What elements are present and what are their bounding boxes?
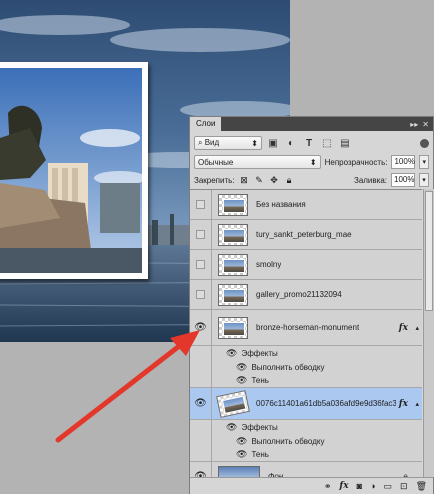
pixel-filter-icon[interactable]: ▣ — [266, 136, 280, 150]
visibility-toggle[interactable]: 👁︎ — [190, 309, 212, 346]
layer-name: smolny — [256, 260, 282, 269]
effect-label: Выполнить обводку — [251, 436, 325, 446]
effects-label: Эффекты — [241, 348, 278, 358]
chevron-updown-icon: ⬍ — [251, 138, 258, 148]
kind-filter-value: Вид — [204, 138, 220, 147]
trash-icon[interactable]: 🗑︎ — [416, 481, 427, 492]
lock-row: Закрепить: ⊠ ✎ ✥ 🔒︎ Заливка: 100% ▾ — [190, 171, 433, 189]
eye-icon[interactable]: 👁︎ — [226, 422, 237, 433]
lock-transparency-icon[interactable]: ⊠ — [239, 175, 250, 186]
layer-row[interactable]: tury_sankt_peterburg_mae — [190, 219, 422, 250]
collapse-icon[interactable]: ▸▸ — [410, 120, 418, 129]
effect-label: Выполнить обводку — [251, 362, 325, 372]
layer-row[interactable]: Без названия — [190, 189, 422, 220]
visibility-toggle[interactable]: 👁︎ — [190, 387, 212, 420]
visibility-toggle[interactable] — [190, 249, 212, 280]
opacity-dropdown[interactable]: ▾ — [419, 155, 429, 169]
close-icon[interactable]: ✕ — [422, 120, 429, 129]
layer-thumbnail — [218, 193, 248, 216]
panel-footer: ⚭ fx ◙ ◑ ▭ ⊡ 🗑︎ — [190, 477, 433, 494]
eye-icon[interactable]: 👁︎ — [236, 362, 247, 373]
lock-position-icon[interactable]: ✥ — [269, 175, 280, 186]
layer-list-scrollbar[interactable] — [423, 189, 434, 477]
opacity-input[interactable]: 100% — [391, 155, 416, 169]
layer-thumbnail — [218, 283, 248, 306]
eye-icon: 👁︎ — [194, 322, 207, 333]
smart-object-filter-icon[interactable]: ▤ — [338, 136, 352, 150]
lock-label: Закрепить: — [194, 175, 235, 185]
filter-toggle-icon[interactable] — [420, 138, 429, 148]
tab-layers[interactable]: Слои — [190, 117, 222, 131]
layer-thumbnail — [218, 316, 248, 339]
layer-list: Без названия tury_sankt_peterburg_mae sm… — [190, 189, 422, 492]
effect-label: Тень — [251, 450, 269, 459]
shape-filter-icon[interactable]: ⬚ — [320, 136, 334, 150]
effects-label: Эффекты — [241, 422, 278, 432]
effects-row[interactable]: 👁︎ Эффекты — [190, 346, 422, 360]
effect-row[interactable]: 👁︎ Тень — [190, 447, 422, 462]
layer-row-selected[interactable]: 👁︎ 0076c11401a61db5a036afd9e9d36fac3b...… — [190, 387, 422, 420]
layer-thumbnail — [218, 223, 248, 246]
lock-all-icon[interactable]: 🔒︎ — [284, 175, 295, 186]
blend-mode-select[interactable]: Обычные ⬍ — [194, 155, 321, 169]
effect-label: Тень — [251, 376, 269, 385]
fx-icon[interactable]: fx — [399, 323, 408, 333]
chevron-updown-icon: ⬍ — [309, 157, 317, 167]
eye-icon: 👁︎ — [194, 398, 207, 409]
layer-name: gallery_promo21132094 — [256, 290, 342, 299]
eye-icon[interactable]: 👁︎ — [236, 449, 247, 460]
expand-effects-icon[interactable]: ▴ — [415, 400, 419, 408]
layer-name: bronze-horseman-monument — [256, 323, 360, 332]
fill-input[interactable]: 100% — [391, 173, 415, 187]
expand-effects-icon[interactable]: ▴ — [415, 324, 419, 332]
layer-name: tury_sankt_peterburg_mae — [256, 230, 352, 239]
kind-filter-select[interactable]: ⌕ Вид ⬍ — [194, 136, 262, 150]
visibility-toggle[interactable] — [190, 189, 212, 220]
adjustment-icon[interactable]: ◑ — [370, 481, 375, 491]
layers-panel: Слои ▸▸ ✕ ⌕ Вид ⬍ ▣ ◐ T ⬚ ▤ Обычные ⬍ Не… — [189, 116, 434, 494]
filter-row: ⌕ Вид ⬍ ▣ ◐ T ⬚ ▤ — [190, 133, 433, 153]
effect-row[interactable]: 👁︎ Тень — [190, 373, 422, 388]
monument-photo-frame — [0, 62, 148, 279]
effect-row[interactable]: 👁︎ Выполнить обводку — [190, 360, 422, 374]
layer-row[interactable]: 👁︎ bronze-horseman-monument fx ▴ — [190, 309, 422, 346]
mask-icon[interactable]: ◙ — [357, 481, 362, 491]
blend-mode-value: Обычные — [198, 157, 234, 167]
layer-row[interactable]: smolny — [190, 249, 422, 280]
search-icon: ⌕ — [198, 138, 203, 147]
fx-icon[interactable]: fx — [399, 399, 408, 409]
folder-icon[interactable]: ▭ — [384, 481, 393, 492]
eye-icon[interactable]: 👁︎ — [226, 348, 237, 359]
eye-icon[interactable]: 👁︎ — [236, 375, 247, 386]
new-layer-icon[interactable]: ⊡ — [400, 481, 408, 492]
lock-brush-icon[interactable]: ✎ — [254, 175, 265, 186]
layer-name: Без названия — [256, 200, 306, 209]
monument-photo — [0, 68, 142, 273]
fill-label: Заливка: — [353, 175, 387, 185]
eye-icon[interactable]: 👁︎ — [236, 436, 247, 447]
visibility-toggle[interactable] — [190, 219, 212, 250]
text-filter-icon[interactable]: T — [302, 136, 316, 150]
fx-icon[interactable]: fx — [339, 481, 348, 491]
scrollbar-thumb[interactable] — [425, 191, 433, 311]
adjustment-filter-icon[interactable]: ◐ — [284, 136, 298, 150]
visibility-toggle[interactable] — [190, 279, 212, 310]
fill-dropdown[interactable]: ▾ — [419, 173, 429, 187]
layer-name: 0076c11401a61db5a036afd9e9d36fac3b... — [256, 399, 396, 408]
effects-row[interactable]: 👁︎ Эффекты — [190, 420, 422, 434]
link-icon[interactable]: ⚭ — [324, 481, 332, 492]
layer-thumbnail — [218, 253, 248, 276]
opacity-label: Непрозрачность: — [324, 157, 388, 167]
layer-thumbnail — [216, 389, 250, 418]
layer-row[interactable]: gallery_promo21132094 — [190, 279, 422, 310]
panel-tab-bar: Слои ▸▸ ✕ — [190, 117, 433, 131]
blend-row: Обычные ⬍ Непрозрачность: 100% ▾ — [190, 153, 433, 171]
effect-row[interactable]: 👁︎ Выполнить обводку — [190, 434, 422, 448]
